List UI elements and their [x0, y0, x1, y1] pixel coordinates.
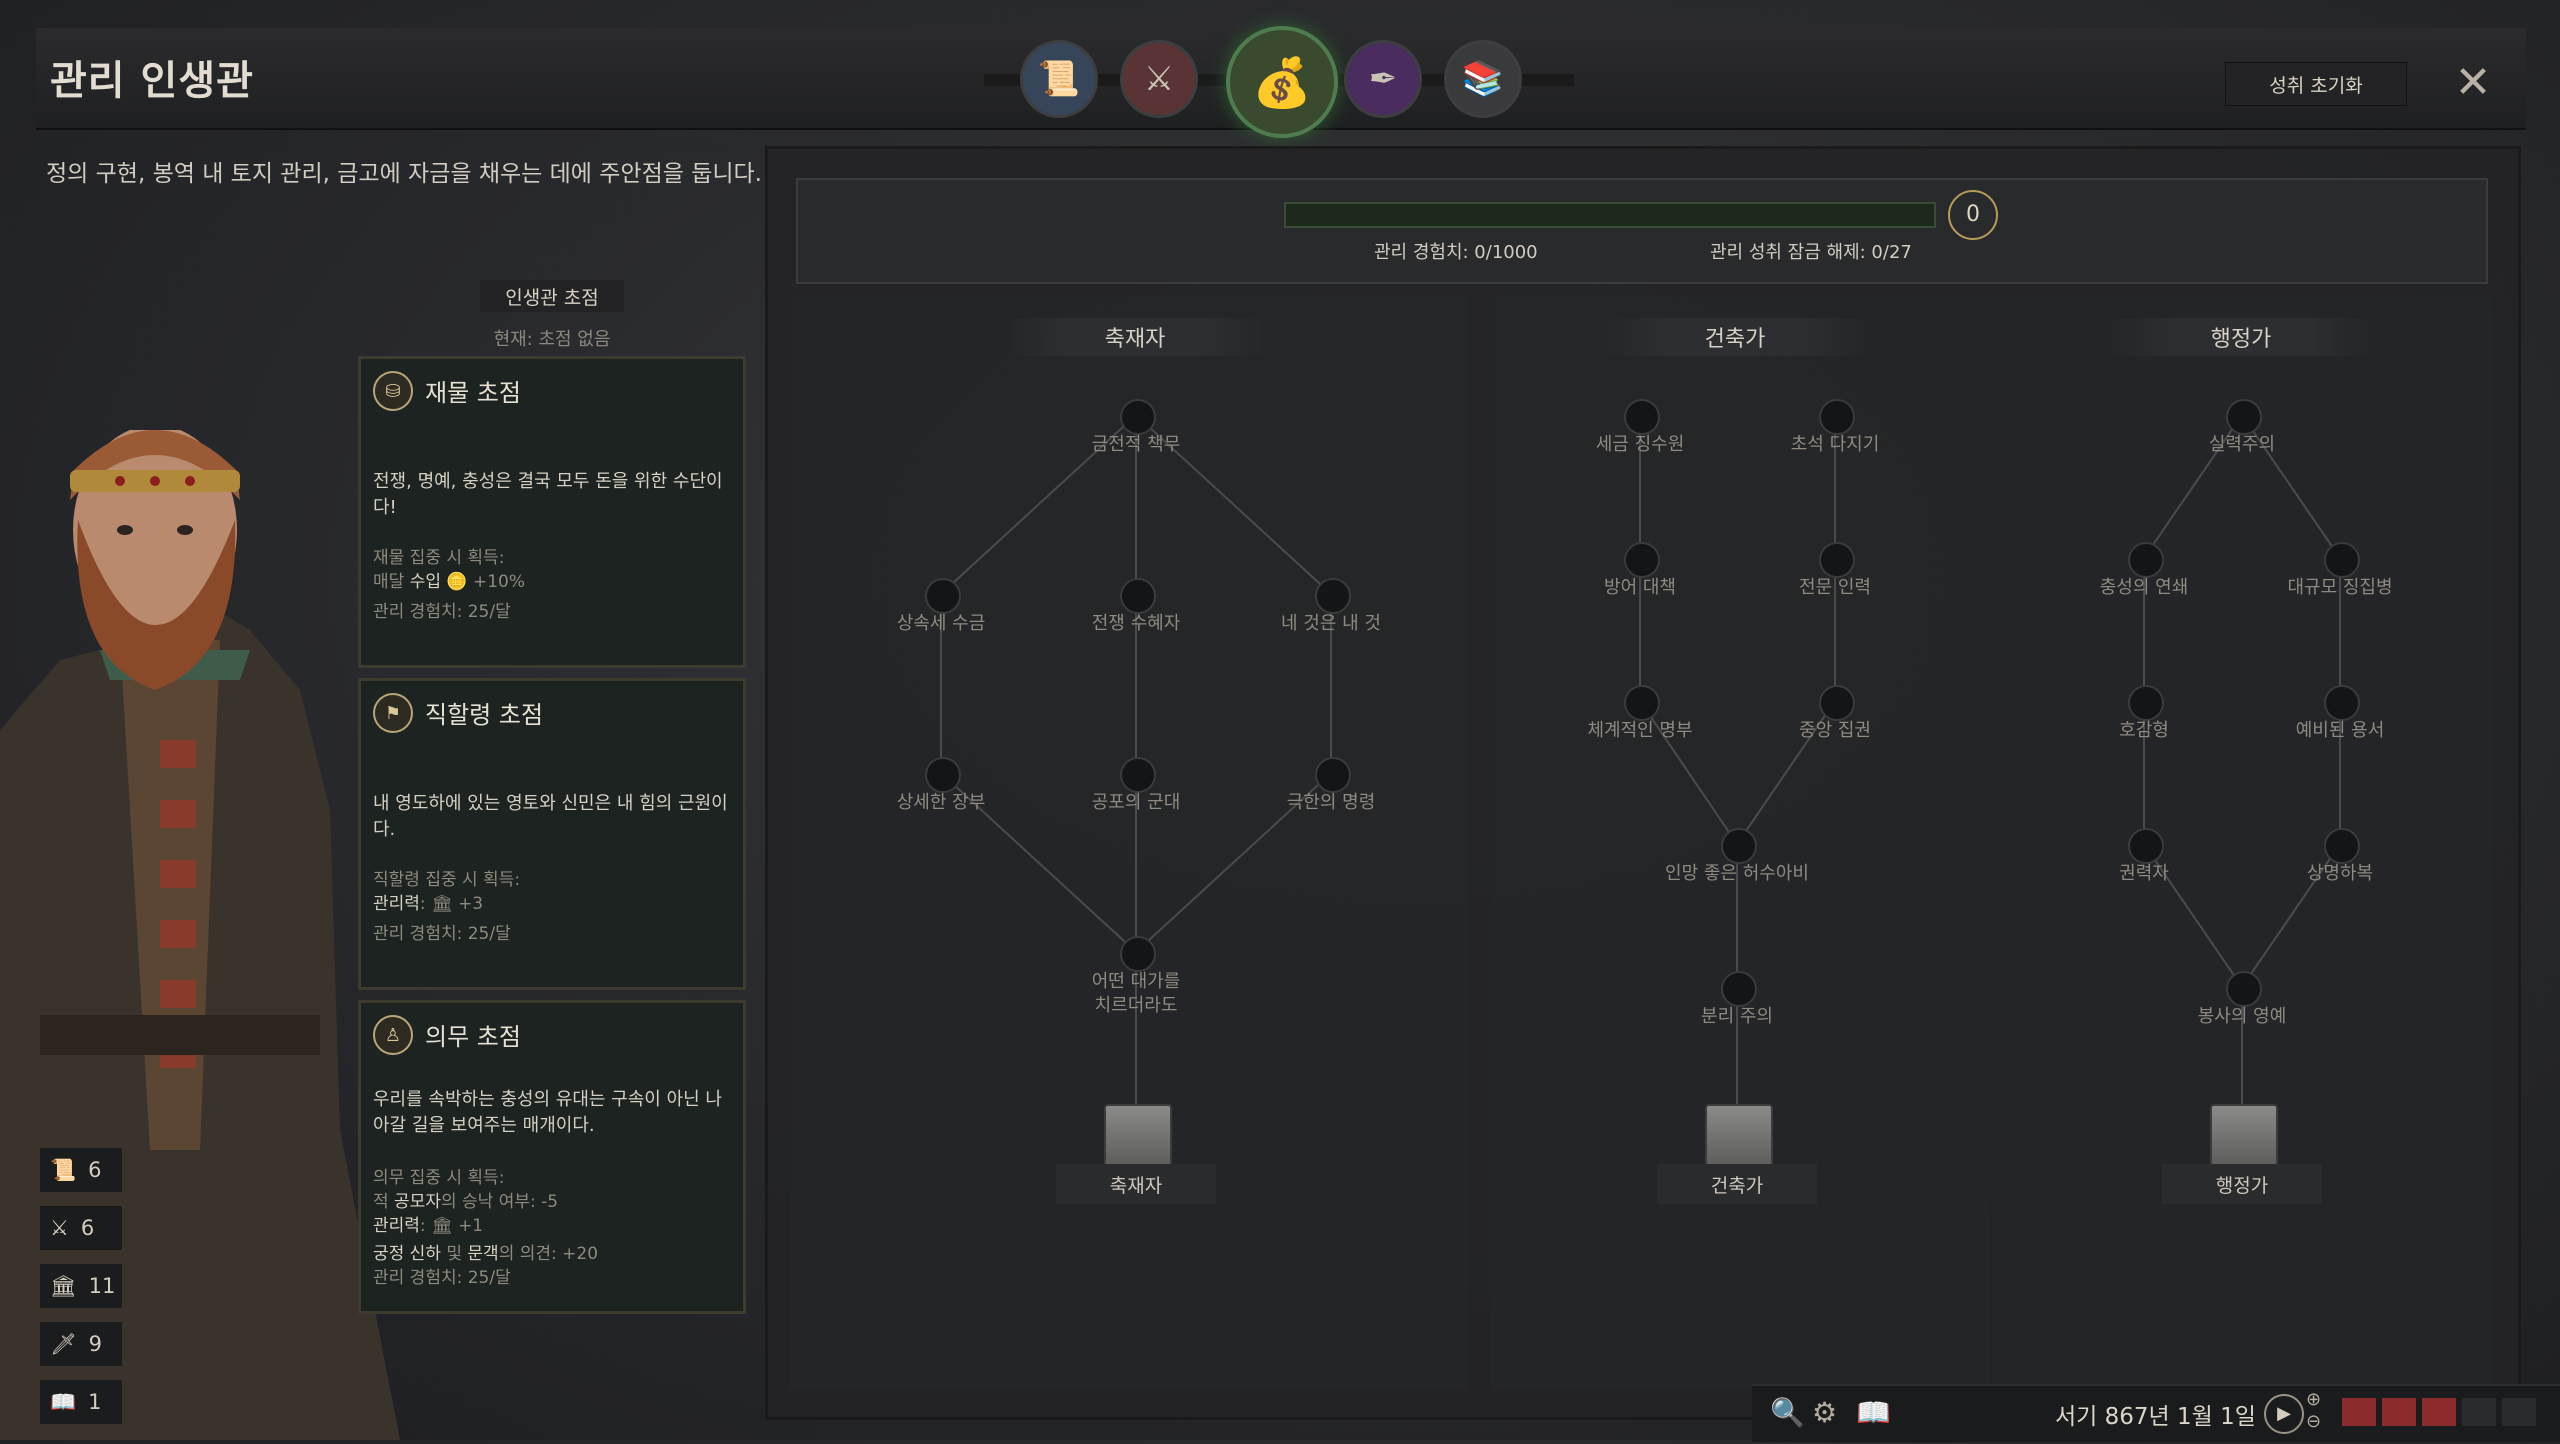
perk-label: 방어 대책 — [1604, 577, 1676, 598]
open-book-icon[interactable] — [2210, 1104, 2278, 1170]
perk-label: 봉사의 영예 — [2197, 1006, 2287, 1027]
perk-node[interactable] — [1624, 399, 1660, 435]
perk-node[interactable] — [2226, 399, 2262, 435]
perk-label: 전문 인력 — [1799, 577, 1871, 598]
ledger-stack-icon[interactable] — [1104, 1104, 1172, 1170]
perk-label: 예비된 용서 — [2295, 720, 2385, 741]
perk-label: 중앙 집권 — [1799, 720, 1871, 741]
perk-label: 상세한 장부 — [896, 792, 986, 813]
perk-label: 호감형 — [2119, 720, 2169, 741]
perk-label: 분리 주의 — [1701, 1006, 1773, 1027]
perk-node[interactable] — [925, 757, 961, 793]
perk-node[interactable] — [1624, 685, 1660, 721]
final-trait-label: 건축가 — [1657, 1164, 1817, 1204]
perk-node[interactable] — [1315, 578, 1351, 614]
perk-label: 극한의 명령 — [1286, 792, 1376, 813]
perk-label: 인망 좋은 허수아비 — [1665, 863, 1809, 884]
perk-label: 체계적인 명부 — [1587, 720, 1693, 741]
game-date: 서기 867년 1월 1일 — [2055, 1404, 2256, 1430]
perk-node[interactable] — [1819, 399, 1855, 435]
perk-node[interactable] — [1120, 936, 1156, 972]
perk-label: 충성의 연쇄 — [2099, 577, 2189, 598]
perk-label: 초석 다지기 — [1790, 434, 1880, 455]
perk-label: 상속세 수금 — [896, 613, 986, 634]
perk-label: 대규모 징집병 — [2287, 577, 2393, 598]
speed-indicator — [2342, 1398, 2376, 1426]
speed-indicator — [2502, 1398, 2536, 1426]
speed-down-icon[interactable]: ⊖ — [2306, 1412, 2321, 1432]
perk-node[interactable] — [2128, 542, 2164, 578]
play-icon[interactable]: ▶ — [2264, 1394, 2304, 1434]
castle-tower-icon[interactable] — [1705, 1104, 1773, 1170]
perk-node[interactable] — [1315, 757, 1351, 793]
perk-label: 금전적 책무 — [1091, 434, 1181, 455]
search-icon[interactable]: 🔍 — [1770, 1396, 1805, 1429]
perk-label: 어떤 대가를 치르더라도 — [1091, 971, 1181, 1016]
perk-node[interactable] — [2128, 828, 2164, 864]
perk-node[interactable] — [1120, 399, 1156, 435]
perk-node[interactable] — [1721, 971, 1757, 1007]
speed-indicator — [2422, 1398, 2456, 1426]
encyclopedia-icon[interactable]: 📖 — [1856, 1396, 1891, 1429]
speed-up-icon[interactable]: ⊕ — [2306, 1390, 2321, 1410]
speed-indicator — [2382, 1398, 2416, 1426]
final-trait-label: 행정가 — [2162, 1164, 2322, 1204]
perk-node[interactable] — [1721, 828, 1757, 864]
perk-node[interactable] — [1624, 542, 1660, 578]
perk-node[interactable] — [2324, 828, 2360, 864]
perk-label: 네 것은 내 것 — [1281, 613, 1381, 634]
final-trait-label: 축재자 — [1056, 1164, 1216, 1204]
perk-label: 공포의 군대 — [1091, 792, 1181, 813]
perk-node[interactable] — [1120, 578, 1156, 614]
perk-node[interactable] — [1819, 685, 1855, 721]
perk-label: 상명하복 — [2306, 863, 2374, 884]
perk-node[interactable] — [2128, 685, 2164, 721]
gear-icon[interactable]: ⚙ — [1812, 1396, 1837, 1429]
perk-node[interactable] — [2324, 685, 2360, 721]
perk-label: 세금 징수원 — [1595, 434, 1685, 455]
tree-connections — [940, 414, 2341, 1120]
perk-node[interactable] — [1819, 542, 1855, 578]
perk-node[interactable] — [2324, 542, 2360, 578]
perk-label: 전쟁 수혜자 — [1091, 613, 1181, 634]
perk-label: 실력주의 — [2208, 434, 2276, 455]
perk-node[interactable] — [2226, 971, 2262, 1007]
perk-node[interactable] — [925, 578, 961, 614]
speed-indicator — [2462, 1398, 2496, 1426]
perk-node[interactable] — [1120, 757, 1156, 793]
perk-label: 권력자 — [2119, 863, 2169, 884]
